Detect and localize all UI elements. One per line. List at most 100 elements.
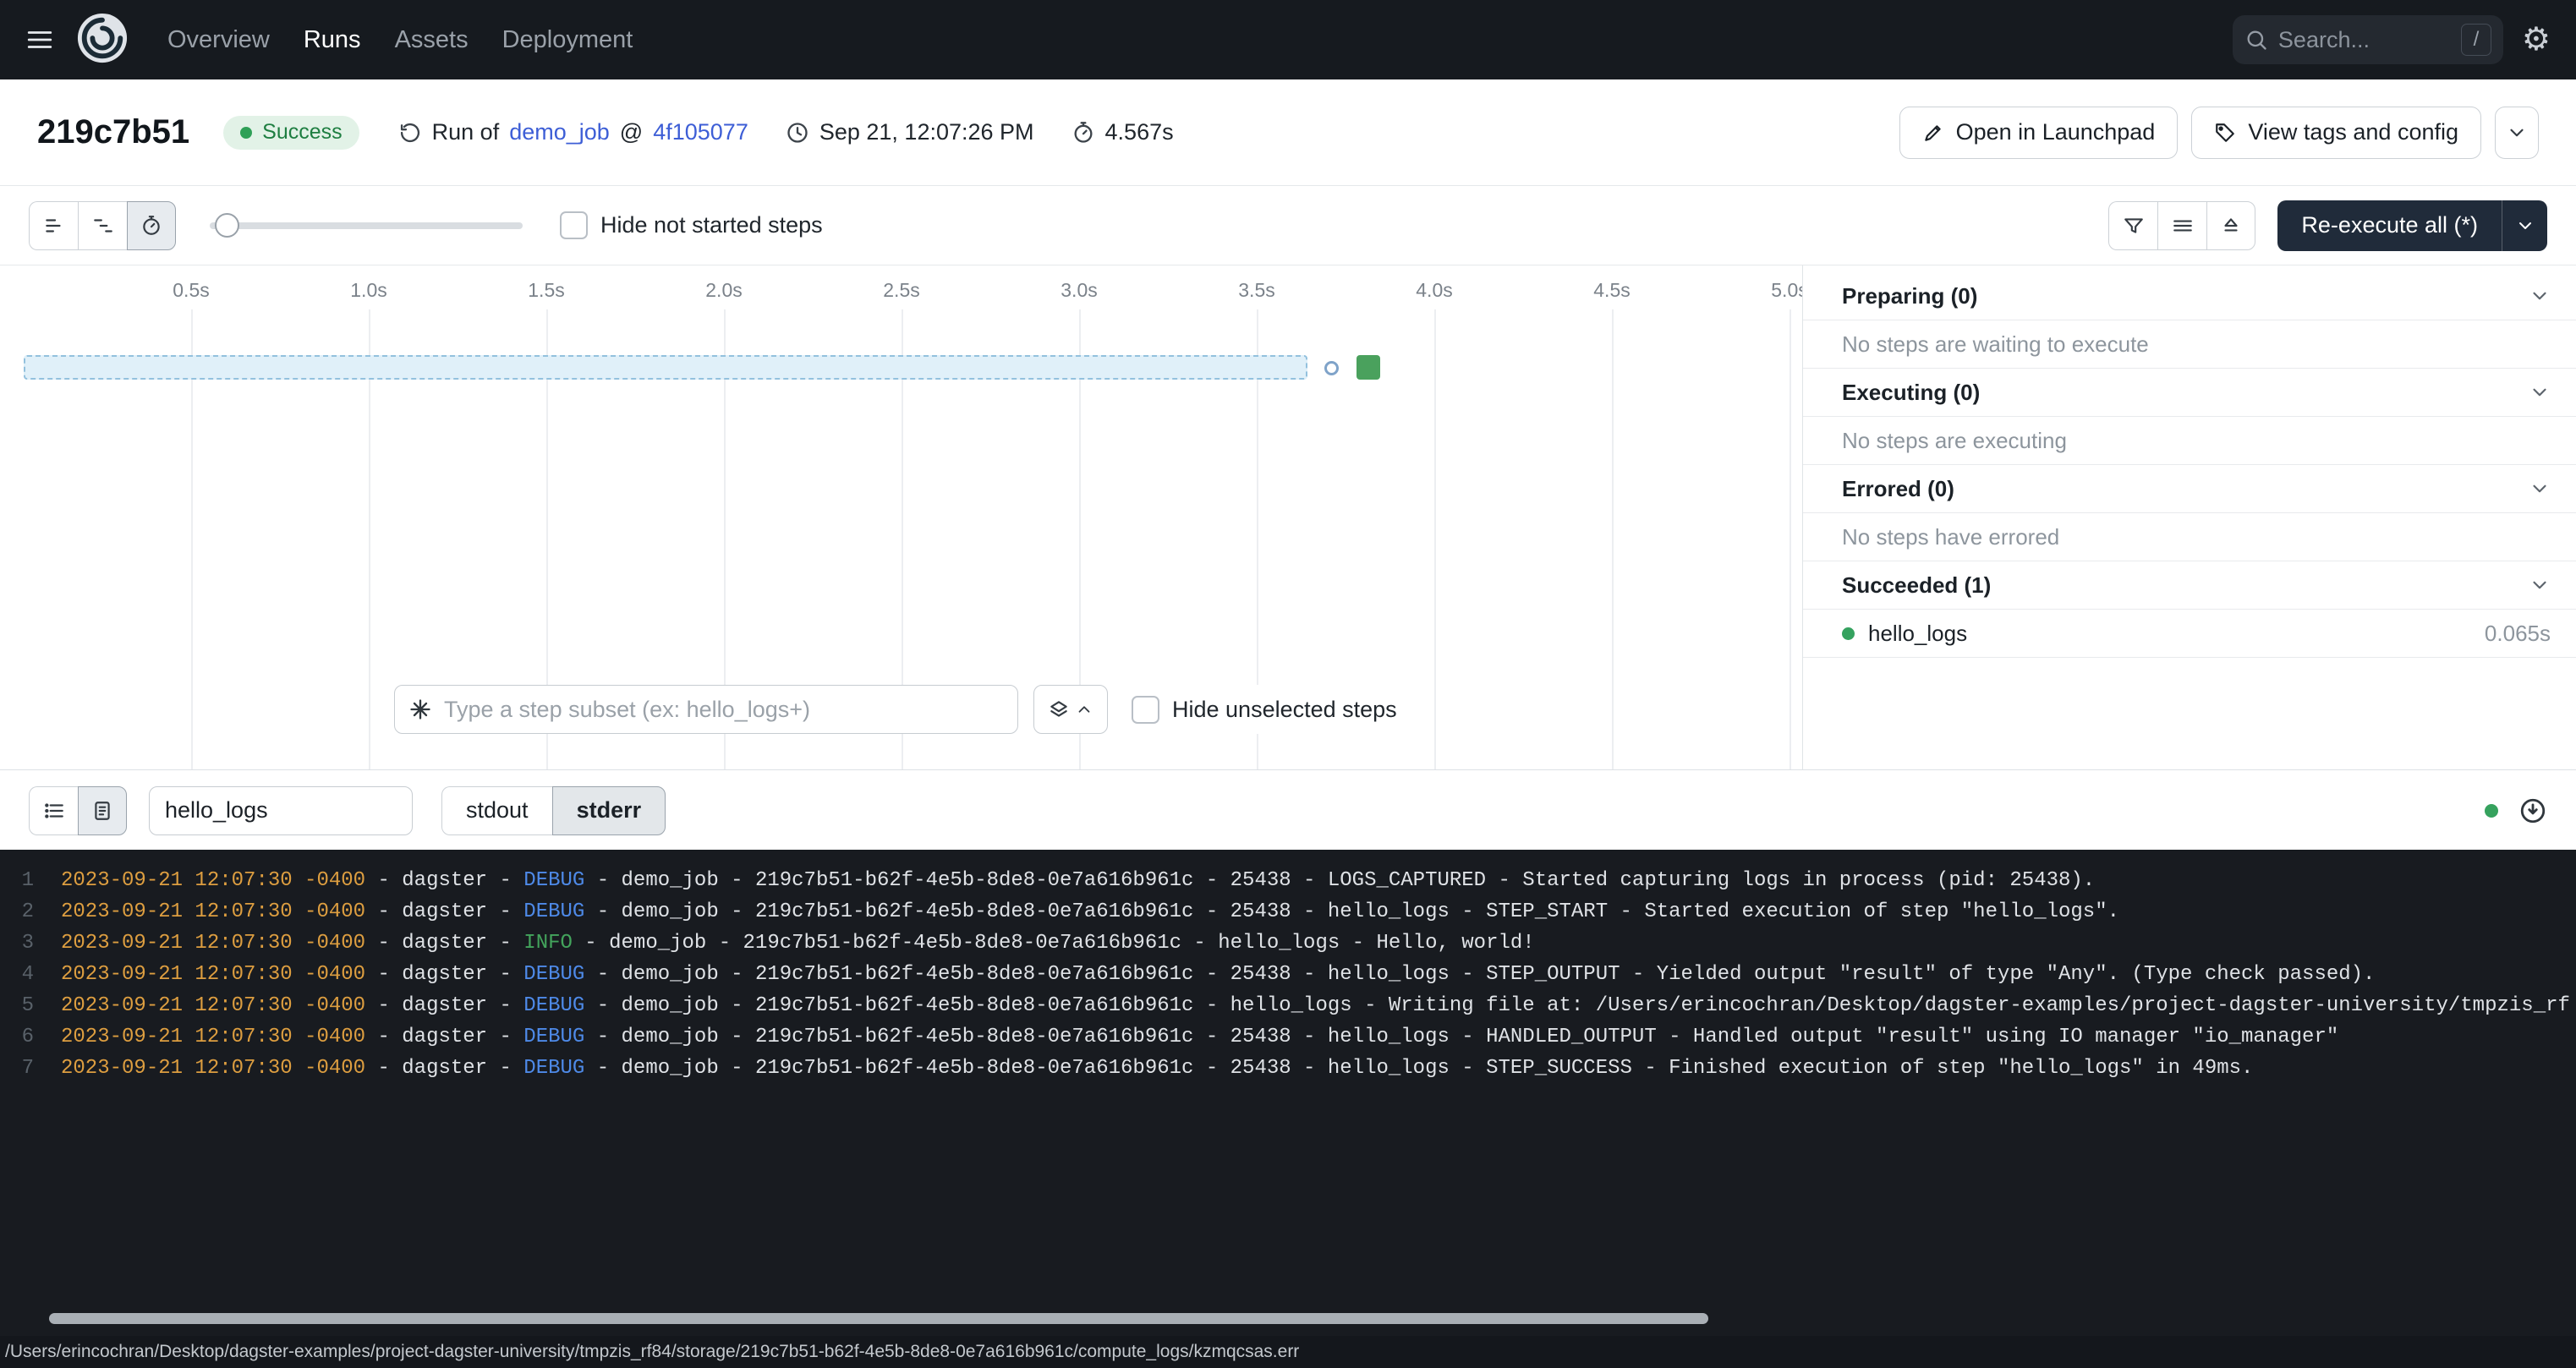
chevron-down-icon: [2529, 478, 2551, 500]
view-tags-config-button[interactable]: View tags and config: [2191, 107, 2481, 159]
rows-icon: [2172, 215, 2194, 237]
gantt-toolbar: Hide not started steps Re-execute all (*…: [0, 186, 2576, 265]
reexecute-all-button[interactable]: Re-execute all (*): [2277, 200, 2502, 251]
log-toolbar: stdout stderr: [0, 771, 2576, 850]
gantt-timed-view-button[interactable]: [127, 201, 176, 250]
nav-item-overview[interactable]: Overview: [167, 26, 270, 54]
log-filter-input[interactable]: [149, 786, 413, 835]
global-search[interactable]: /: [2233, 15, 2503, 64]
search-input[interactable]: [2278, 27, 2451, 53]
download-logs-button[interactable]: [2518, 796, 2547, 825]
log-file-path: /Users/erincochran/Desktop/dagster-examp…: [5, 1342, 1299, 1362]
hide-unselected-checkbox[interactable]: [1132, 696, 1159, 724]
raw-log-view-button[interactable]: [78, 786, 127, 835]
gridline: [1434, 309, 1436, 769]
hamburger-icon: [25, 25, 54, 54]
status-bar: /Users/erincochran/Desktop/dagster-examp…: [0, 1336, 2576, 1368]
zoom-slider[interactable]: [210, 222, 523, 229]
funnel-icon: [2123, 215, 2145, 237]
hide-unselected-group: Hide unselected steps: [1132, 696, 1397, 724]
filter-steps-button[interactable]: [2108, 201, 2157, 250]
axis-tick: 1.5s: [528, 279, 564, 302]
pencil-icon: [1922, 122, 1944, 144]
at-symbol: @: [620, 119, 643, 145]
run-meta: Run of demo_job @ 4f105077 Sep 21, 12:07…: [398, 119, 1174, 145]
steps-panel: Preparing (0) No steps are waiting to ex…: [1802, 265, 2576, 769]
panel-tools: [2108, 201, 2255, 250]
section-title: Succeeded (1): [1842, 572, 1991, 599]
axis-tick: 4.0s: [1416, 279, 1452, 302]
zoom-slider-knob[interactable]: [215, 213, 239, 238]
stderr-tab[interactable]: stderr: [552, 786, 666, 835]
stdout-stderr-tabs: stdout stderr: [441, 786, 666, 835]
log-line: 32023-09-21 12:07:30 -0400 - dagster - I…: [0, 928, 2576, 959]
axis-tick: 3.0s: [1061, 279, 1097, 302]
row-density-button[interactable]: [2157, 201, 2206, 250]
empty-text: No steps are executing: [1842, 428, 2067, 454]
start-time-item: Sep 21, 12:07:26 PM: [786, 119, 1034, 145]
collapse-panel-button[interactable]: [2206, 201, 2255, 250]
run-header: 219c7b51 Success Run of demo_job @ 4f105…: [0, 79, 2576, 186]
reexecute-options-button[interactable]: [2502, 200, 2547, 251]
stdout-tab[interactable]: stdout: [441, 786, 552, 835]
nav-item-runs[interactable]: Runs: [304, 26, 361, 54]
step-name: hello_logs: [1868, 621, 1967, 647]
dagster-logo[interactable]: [76, 12, 129, 68]
hamburger-menu-button[interactable]: [25, 25, 54, 54]
step-subset-input[interactable]: [444, 697, 1004, 723]
eject-icon: [2220, 215, 2242, 237]
gear-icon: ⚙: [2522, 22, 2551, 57]
section-title: Preparing (0): [1842, 283, 1977, 309]
structured-log-view-button[interactable]: [29, 786, 78, 835]
gantt-view-switcher: [29, 201, 176, 250]
step-start-marker: [1324, 361, 1339, 375]
panel-section-errored[interactable]: Errored (0): [1803, 465, 2576, 513]
panel-section-preparing[interactable]: Preparing (0): [1803, 272, 2576, 320]
step-select-icon: [408, 698, 432, 721]
horizontal-scrollbar[interactable]: [49, 1313, 1708, 1324]
settings-button[interactable]: ⚙: [2522, 24, 2551, 56]
axis-tick: 2.0s: [705, 279, 742, 302]
reexecute-split-button: Re-execute all (*): [2277, 200, 2547, 251]
gantt-waterfall-icon: [92, 215, 114, 237]
open-in-launchpad-button[interactable]: Open in Launchpad: [1899, 107, 2179, 159]
log-line: 72023-09-21 12:07:30 -0400 - dagster - D…: [0, 1053, 2576, 1084]
gantt-flat-view-button[interactable]: [29, 201, 78, 250]
stopwatch-icon: [1072, 121, 1095, 145]
line-number: 5: [0, 990, 34, 1021]
run-content: 0.5s 1.0s 1.5s 2.0s 2.5s 3.0s 3.5s 4.0s …: [0, 265, 2576, 770]
hide-not-started-group: Hide not started steps: [560, 211, 823, 239]
nav-item-deployment[interactable]: Deployment: [502, 26, 633, 54]
hide-unselected-label: Hide unselected steps: [1172, 697, 1397, 723]
step-duration: 0.065s: [2485, 621, 2551, 647]
apply-subset-button[interactable]: [1033, 685, 1108, 734]
list-icon: [43, 800, 65, 822]
hide-not-started-checkbox[interactable]: [560, 211, 588, 239]
panel-section-executing[interactable]: Executing (0): [1803, 369, 2576, 417]
step-waiting-bar: [24, 355, 1307, 380]
tags-label: View tags and config: [2248, 119, 2458, 145]
step-bar-hello-logs[interactable]: [1357, 355, 1380, 380]
job-link[interactable]: demo_job: [509, 119, 610, 145]
capture-status-dot: [2485, 804, 2498, 818]
header-more-button[interactable]: [2495, 107, 2539, 159]
log-view-switcher: [29, 786, 127, 835]
log-output: 12023-09-21 12:07:30 -0400 - dagster - D…: [0, 850, 2576, 1336]
gantt-waterfall-view-button[interactable]: [78, 201, 127, 250]
line-number: 6: [0, 1021, 34, 1053]
chevron-down-icon: [2515, 216, 2535, 236]
run-id: 219c7b51: [37, 113, 189, 151]
history-icon: [398, 121, 422, 145]
step-row-hello-logs[interactable]: hello_logs 0.065s: [1803, 610, 2576, 658]
run-of-prefix: Run of: [432, 119, 500, 145]
nav-item-assets[interactable]: Assets: [395, 26, 469, 54]
log-line: 52023-09-21 12:07:30 -0400 - dagster - D…: [0, 990, 2576, 1021]
axis-tick: 1.0s: [350, 279, 386, 302]
section-title: Executing (0): [1842, 380, 1980, 406]
search-icon: [2244, 28, 2268, 52]
panel-section-succeeded[interactable]: Succeeded (1): [1803, 561, 2576, 610]
panel-empty-executing: No steps are executing: [1803, 417, 2576, 465]
step-subset-row: Hide unselected steps: [394, 685, 1397, 734]
snapshot-link[interactable]: 4f105077: [653, 119, 748, 145]
line-number: 4: [0, 959, 34, 990]
